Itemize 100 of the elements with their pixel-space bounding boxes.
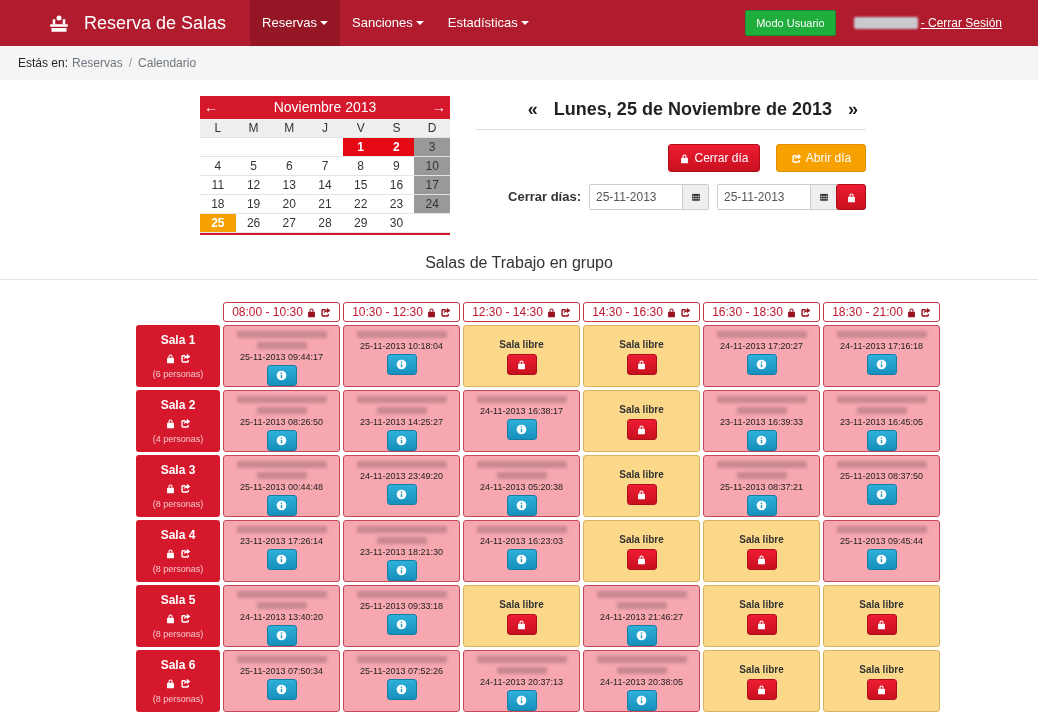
info-button[interactable] — [266, 549, 297, 570]
calendar-day[interactable]: 24 — [414, 195, 450, 214]
prev-month-arrow[interactable]: ← — [204, 97, 218, 118]
lock-button[interactable] — [626, 419, 657, 440]
nav-menu[interactable]: Estadísticas — [435, 0, 541, 46]
info-button[interactable] — [506, 419, 537, 440]
next-day-button[interactable]: » — [848, 96, 858, 123]
lock-button[interactable] — [746, 614, 777, 635]
lock-button[interactable] — [506, 614, 537, 635]
calendar-day[interactable]: 11 — [200, 176, 236, 195]
calendar-day[interactable]: 8 — [342, 157, 379, 176]
calendar-day[interactable]: 30 — [378, 214, 415, 233]
calendar-day[interactable]: 20 — [271, 195, 308, 214]
calendar-day[interactable]: 2 — [378, 138, 415, 157]
calendar-day[interactable]: 22 — [342, 195, 379, 214]
time-slot-label: 14:30 - 16:30 — [592, 304, 663, 321]
booking-time: 25-11-2013 09:45:44 — [840, 535, 923, 547]
calendar-day[interactable]: 14 — [307, 176, 343, 195]
calendar-day[interactable]: 26 — [235, 214, 272, 233]
info-button[interactable] — [386, 560, 417, 581]
lock-button[interactable] — [836, 184, 866, 210]
info-button[interactable] — [866, 354, 897, 375]
lock-icon — [679, 152, 691, 164]
calendar-day[interactable]: 5 — [235, 157, 272, 176]
info-button[interactable] — [746, 354, 777, 375]
free-label: Sala libre — [859, 598, 904, 612]
calendar-day[interactable]: 13 — [271, 176, 308, 195]
lock-icon — [165, 482, 176, 494]
info-button[interactable] — [266, 430, 297, 451]
calendar-day[interactable]: 7 — [307, 157, 343, 176]
booking-time: 25-11-2013 09:33:18 — [360, 600, 443, 612]
calendar-day[interactable]: 12 — [235, 176, 272, 195]
calendar-day[interactable]: 27 — [271, 214, 308, 233]
info-button[interactable] — [506, 549, 537, 570]
info-button[interactable] — [746, 495, 777, 516]
breadcrumb-label: Estás en: — [18, 55, 69, 72]
lock-icon — [876, 684, 887, 695]
calendar-day[interactable]: 28 — [307, 214, 343, 233]
lock-button[interactable] — [626, 549, 657, 570]
lock-button[interactable] — [866, 614, 897, 635]
share-icon — [790, 152, 802, 164]
calendar-day[interactable]: 3 — [414, 138, 450, 157]
lock-button[interactable] — [746, 549, 777, 570]
calendar-day[interactable]: 19 — [235, 195, 272, 214]
calendar-day[interactable]: 21 — [307, 195, 343, 214]
info-button[interactable] — [266, 679, 297, 700]
nav-menu[interactable]: Reservas — [250, 0, 340, 46]
info-button[interactable] — [386, 430, 417, 451]
date-field[interactable]: 25-11-2013 — [589, 184, 709, 210]
info-icon — [876, 554, 887, 565]
calendar-day[interactable]: 29 — [342, 214, 379, 233]
info-button[interactable] — [626, 625, 657, 646]
info-button[interactable] — [386, 614, 417, 635]
time-slot-label: 16:30 - 18:30 — [712, 304, 783, 321]
lock-icon — [165, 612, 176, 624]
info-button[interactable] — [266, 365, 297, 386]
info-button[interactable] — [866, 549, 897, 570]
calendar-day[interactable]: 1 — [342, 138, 379, 157]
calendar-day[interactable]: 15 — [342, 176, 379, 195]
lock-icon — [756, 684, 767, 695]
info-button[interactable] — [506, 690, 537, 711]
logout-link[interactable]: - Cerrar Sesión — [920, 14, 1002, 32]
calendar-day[interactable]: 10 — [414, 157, 450, 176]
time-slot-label: 18:30 - 21:00 — [832, 304, 903, 321]
lock-button[interactable] — [626, 484, 657, 505]
info-button[interactable] — [386, 354, 417, 375]
lock-icon — [516, 359, 527, 370]
close-day-button[interactable]: Cerrar día — [668, 144, 760, 172]
info-button[interactable] — [266, 495, 297, 516]
calendar-day[interactable]: 4 — [200, 157, 236, 176]
date-field[interactable]: 25-11-2013 — [717, 184, 866, 210]
nav-menu[interactable]: Sanciones — [340, 0, 436, 46]
previous-day-button[interactable]: « — [527, 96, 538, 123]
info-button[interactable] — [866, 484, 897, 505]
booking-time: 25-11-2013 07:52:26 — [360, 665, 443, 677]
info-button[interactable] — [386, 484, 417, 505]
info-button[interactable] — [626, 690, 657, 711]
lock-button[interactable] — [746, 679, 777, 700]
info-button[interactable] — [266, 625, 297, 646]
breadcrumb-link[interactable]: Calendario — [138, 54, 197, 72]
share-icon — [439, 306, 451, 318]
breadcrumb-link[interactable]: Reservas — [72, 54, 123, 72]
lock-button[interactable] — [506, 354, 537, 375]
booking-time: 25-11-2013 10:18:04 — [360, 340, 443, 352]
lock-button[interactable] — [866, 679, 897, 700]
info-button[interactable] — [386, 679, 417, 700]
info-icon — [276, 630, 287, 641]
calendar-day[interactable]: 17 — [414, 176, 450, 195]
lock-button[interactable] — [626, 354, 657, 375]
booking-time: 24-11-2013 20:37:13 — [480, 676, 563, 688]
booking-time: 24-11-2013 13:40:20 — [240, 611, 323, 623]
brand-title[interactable]: Reserva de Salas — [84, 9, 227, 37]
next-month-arrow[interactable]: → — [432, 97, 446, 118]
calendar-day[interactable]: 6 — [271, 157, 308, 176]
info-button[interactable] — [746, 430, 777, 451]
info-button[interactable] — [866, 430, 897, 451]
lock-icon — [425, 306, 437, 318]
info-button[interactable] — [506, 495, 537, 516]
blurred-name — [256, 342, 307, 349]
info-icon — [756, 359, 767, 370]
